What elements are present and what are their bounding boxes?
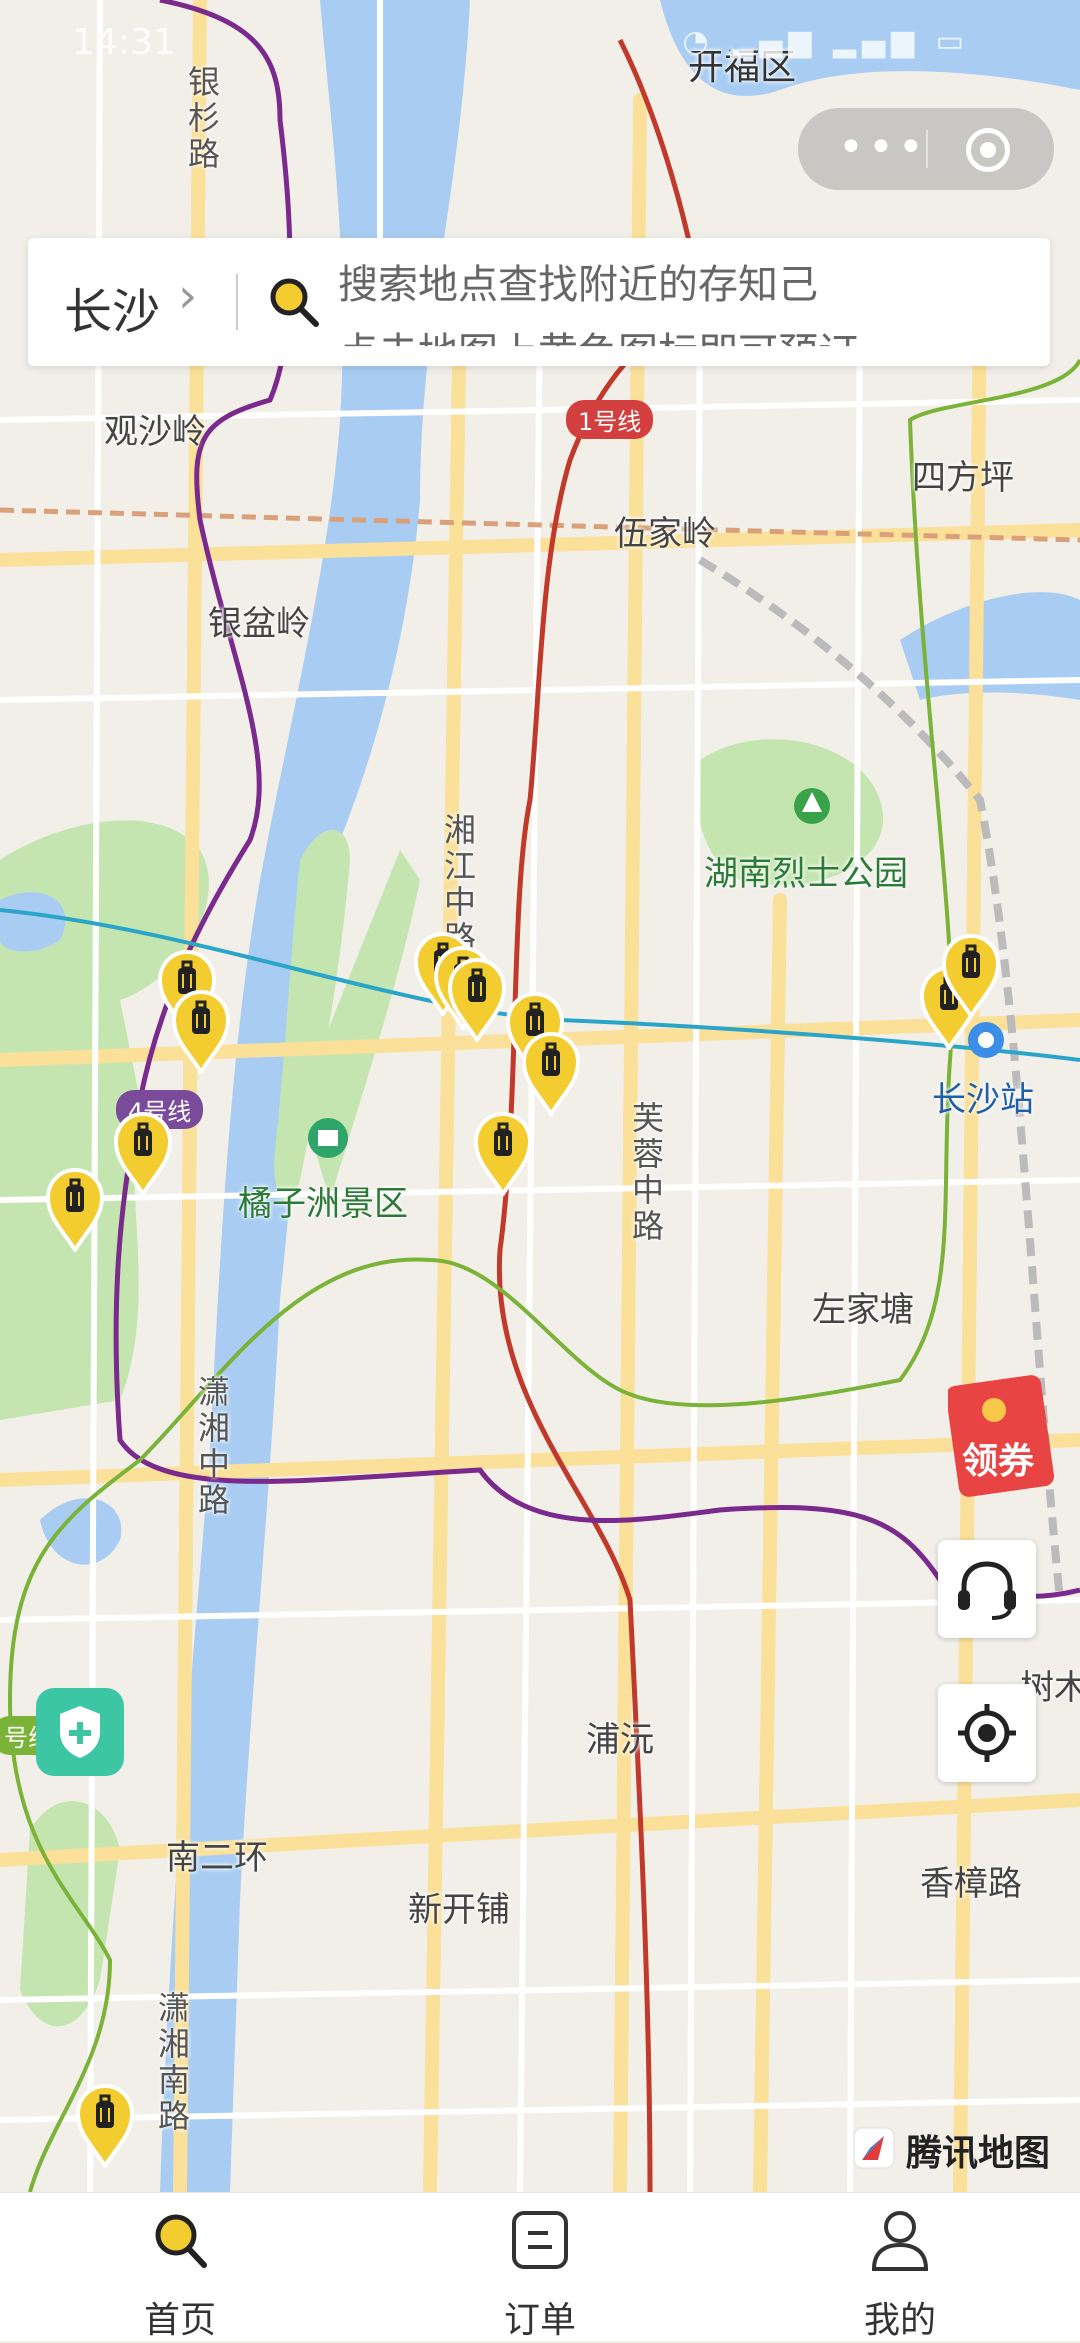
coupon-button[interactable]: 领券: [945, 1372, 1055, 1498]
tencent-map-icon: [853, 2127, 895, 2169]
map-label: 橘子洲景区: [238, 1184, 408, 1224]
tab-home[interactable]: 首页: [80, 2193, 280, 2341]
status-time: 14:31: [72, 22, 176, 63]
search-bar[interactable]: 长沙 › 搜索地点查找附近的存知己 点击地图上黄色图标即可预订: [28, 238, 1050, 366]
map-label: 左家塘: [812, 1290, 914, 1330]
map-label: 浦沅: [586, 1720, 654, 1760]
tab-label: 我的: [863, 2300, 936, 2341]
divider: [236, 274, 238, 330]
road-label: 芙蓉中路: [631, 1099, 664, 1245]
map-label: 长沙站: [932, 1080, 1034, 1120]
city-selector[interactable]: 长沙: [64, 272, 160, 342]
map-label: 新开铺: [408, 1890, 510, 1930]
map-label: 香樟路: [920, 1864, 1022, 1904]
locker-pin-icon[interactable]: [170, 988, 232, 1076]
locker-pin-icon[interactable]: [472, 1110, 534, 1198]
metro-line-badge: 1号线: [566, 400, 654, 439]
map-label: 湖南烈士公园: [704, 854, 908, 894]
search-icon: [155, 2214, 207, 2268]
headset-icon: [958, 1561, 1016, 1620]
map-label: 伍家岭: [614, 514, 716, 554]
locker-pin-icon[interactable]: [940, 932, 1002, 1020]
customer-service-button[interactable]: [938, 1540, 1036, 1638]
chevron-right-icon[interactable]: ›: [178, 268, 197, 324]
coupon-label: 领券: [962, 1441, 1035, 1482]
locker-pin-icon[interactable]: [112, 1110, 174, 1198]
tab-orders[interactable]: 订单: [440, 2193, 640, 2341]
map-label: 南二环: [166, 1838, 268, 1878]
map-label: 观沙岭: [104, 412, 206, 452]
locker-pin-icon[interactable]: [74, 2082, 136, 2170]
road-label: 潇湘中路: [197, 1373, 230, 1519]
map-label: 四方坪: [912, 458, 1014, 498]
order-icon: [512, 2211, 568, 2269]
map-label: 银盆岭: [208, 604, 310, 644]
locker-pin-icon[interactable]: [446, 956, 508, 1044]
more-icon[interactable]: •••: [838, 122, 928, 173]
capsule-divider: [926, 130, 928, 168]
miniprogram-capsule: •••: [798, 108, 1054, 190]
locate-button[interactable]: [938, 1684, 1036, 1782]
profile-icon: [871, 2211, 929, 2271]
search-icon: [270, 278, 319, 327]
tab-label: 订单: [503, 2300, 576, 2341]
tab-profile[interactable]: 我的: [800, 2193, 1000, 2341]
shield-plus-icon: [60, 1706, 100, 1758]
tab-label: 首页: [143, 2300, 216, 2341]
road-label: 潇湘南路: [157, 1989, 190, 2135]
close-icon[interactable]: [966, 128, 1010, 172]
search-hint[interactable]: 搜索地点查找附近的存知己: [338, 252, 818, 310]
brand-text: 腾讯地图: [906, 2133, 1051, 2174]
status-bar: 14:31 ◔ ▂▄▆ ▂▄▆ ▭: [0, 0, 1080, 90]
safety-button[interactable]: [36, 1688, 124, 1776]
locker-pin-icon[interactable]: [44, 1166, 106, 1254]
locker-pin-icon[interactable]: [520, 1030, 582, 1118]
bottom-tab-bar: 首页 订单 我的: [0, 2192, 1080, 2341]
search-hint-secondary: 点击地图上黄色图标即可预订: [338, 330, 858, 366]
signal-icon: ◔ ▂▄▆ ▂▄▆ ▭: [682, 24, 970, 59]
locate-icon: [958, 1704, 1016, 1762]
